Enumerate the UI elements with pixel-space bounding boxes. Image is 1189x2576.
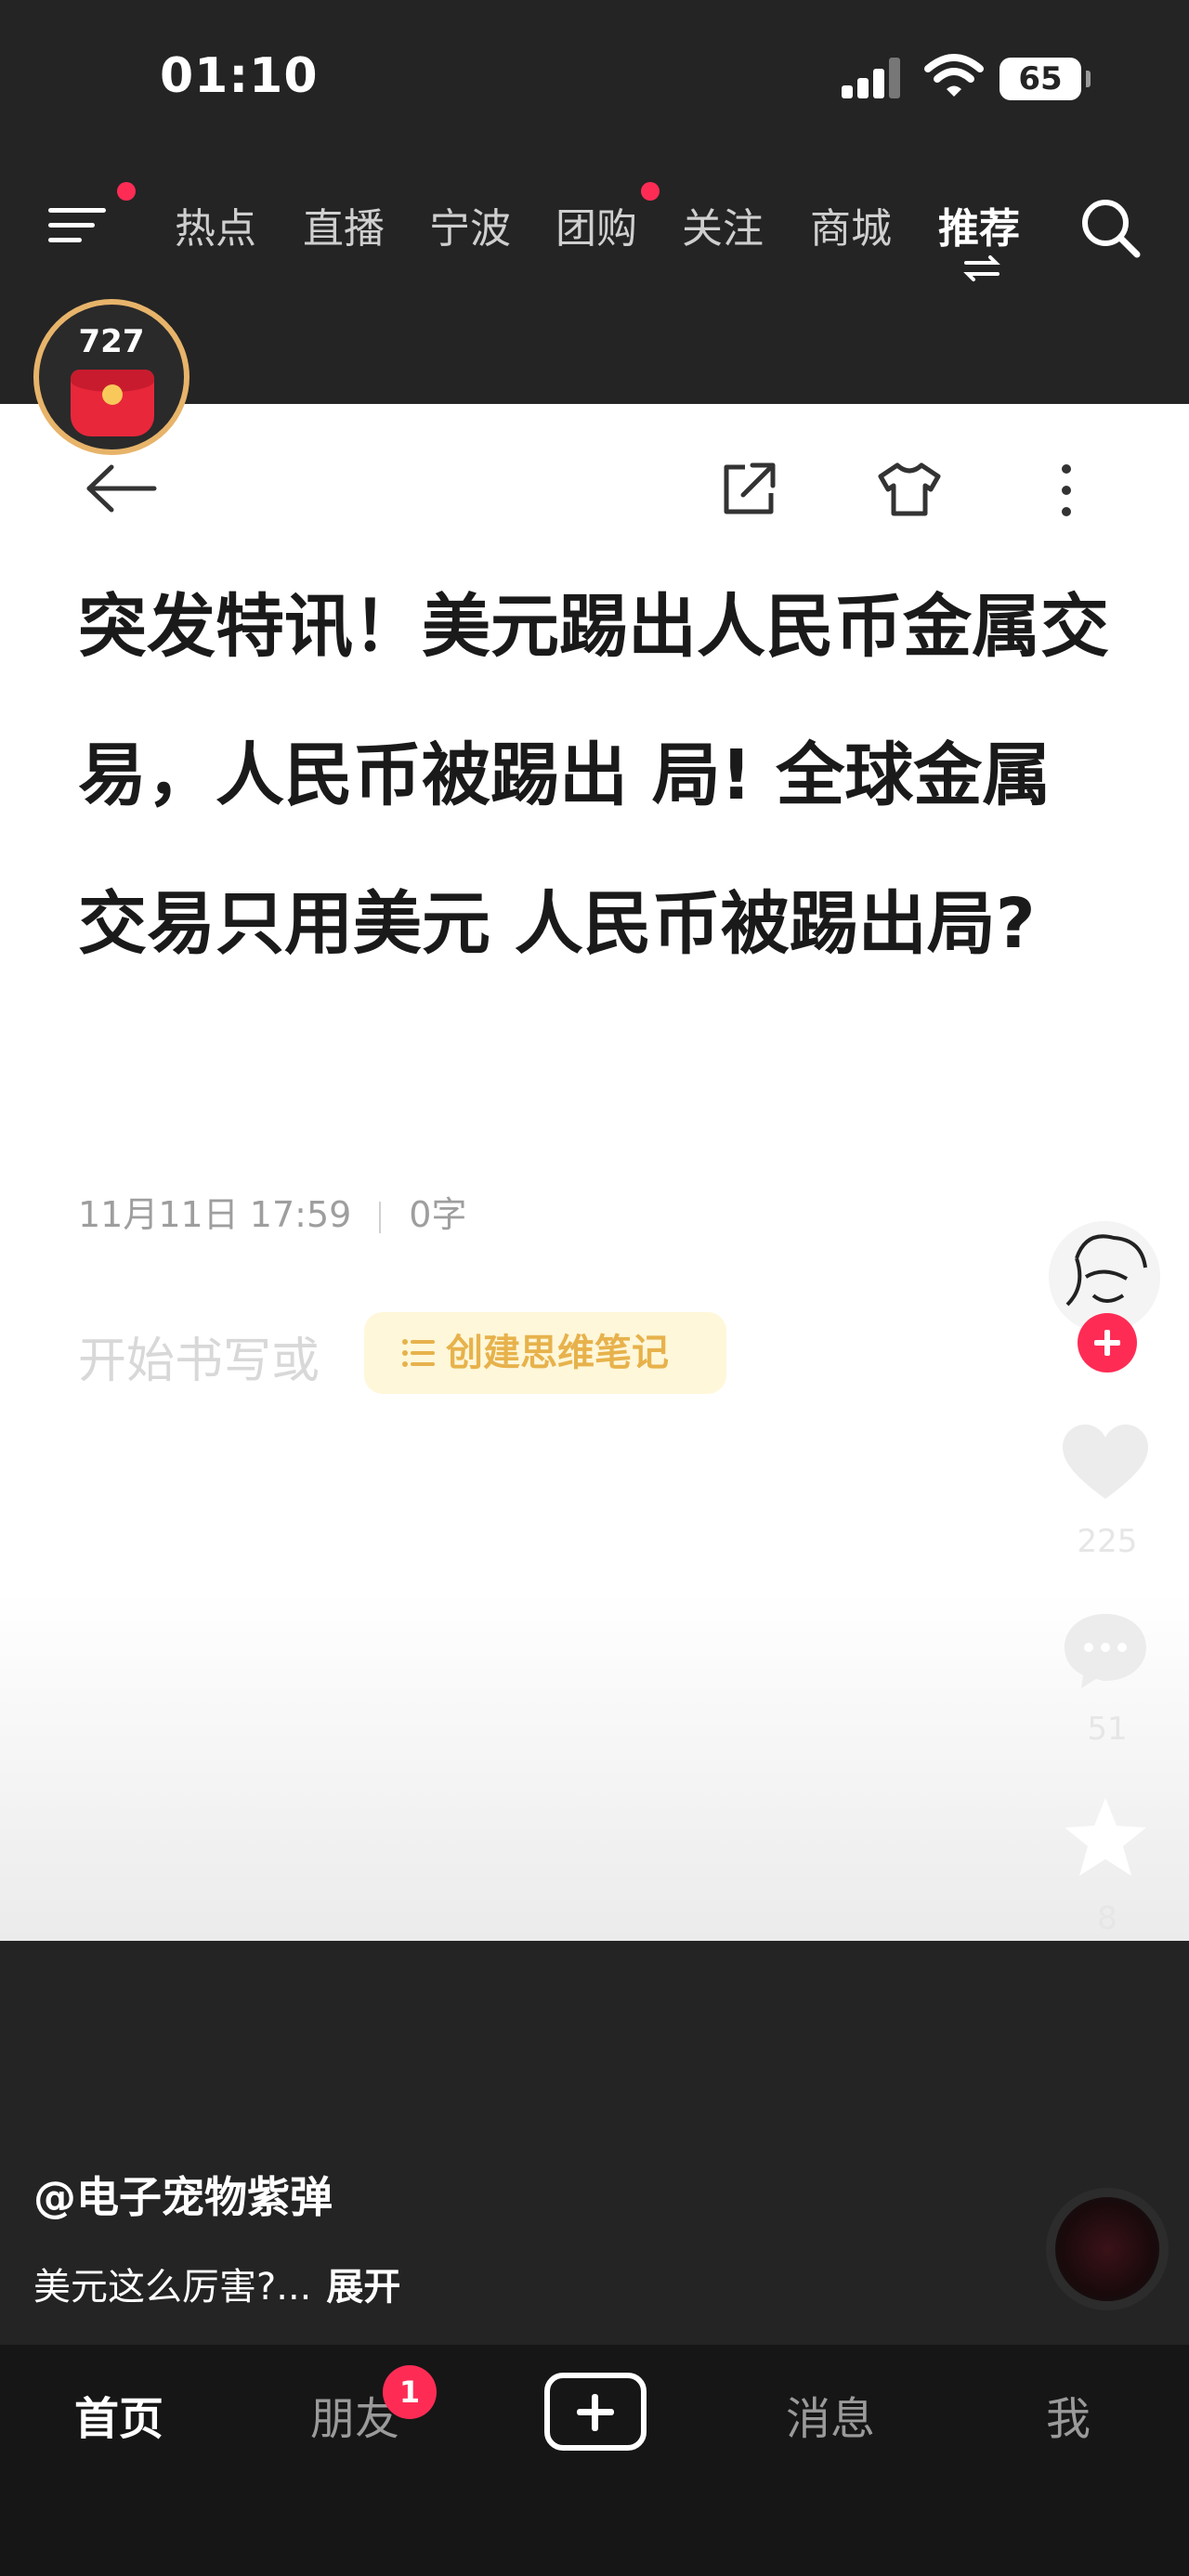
caption-text: 美元这么厉害?... xyxy=(33,2266,312,2309)
favorite-star-icon[interactable] xyxy=(1059,1796,1152,1880)
list-icon xyxy=(402,1339,435,1367)
editor-placeholder[interactable]: 开始书写或 xyxy=(78,1321,320,1391)
red-packet-icon xyxy=(71,370,154,436)
cellular-signal-icon xyxy=(842,58,901,98)
comment-icon[interactable] xyxy=(1059,1608,1152,1692)
tab-me[interactable]: 我 xyxy=(1046,2382,1091,2447)
red-packet-count: 727 xyxy=(78,323,145,360)
like-count: 225 xyxy=(1077,1523,1138,1560)
create-mind-note-button[interactable]: 创建思维笔记 xyxy=(364,1312,726,1394)
wifi-icon xyxy=(924,54,984,97)
tab-mall[interactable]: 商城 xyxy=(810,195,892,254)
article-meta: 11月11日 17:59 0字 xyxy=(78,1186,466,1237)
tab-local[interactable]: 宁波 xyxy=(429,195,511,254)
tab-messages[interactable]: 消息 xyxy=(786,2382,875,2447)
search-icon[interactable] xyxy=(1079,197,1141,258)
meta-divider xyxy=(379,1201,382,1233)
expand-button[interactable]: 展开 xyxy=(326,2266,400,2309)
status-bar: 01:10 65 xyxy=(0,0,1189,158)
article-card: 突发特讯！美元踢出人民币金属交易，人民币被踢出 局! 全球金属交易只用美元 人民… xyxy=(0,404,1189,1941)
bottom-tab-bar: 首页 朋友 1 消息 我 xyxy=(0,2345,1189,2576)
mind-note-label: 创建思维笔记 xyxy=(446,1332,669,1374)
red-packet-widget[interactable]: 727 xyxy=(33,299,189,455)
more-options-icon[interactable] xyxy=(1059,462,1074,519)
friends-badge: 1 xyxy=(383,2365,437,2419)
menu-icon[interactable] xyxy=(48,202,106,249)
shirt-icon[interactable] xyxy=(877,462,942,517)
word-count: 0字 xyxy=(409,1194,467,1235)
menu-notification-dot xyxy=(117,182,136,201)
create-post-button[interactable] xyxy=(544,2373,647,2451)
follow-button[interactable] xyxy=(1078,1313,1137,1373)
tab-recommend[interactable]: 推荐 xyxy=(938,195,1020,254)
share-out-icon[interactable] xyxy=(721,460,777,517)
tab-group-buy[interactable]: 团购 xyxy=(555,195,637,254)
group-buy-notification-dot xyxy=(641,182,660,201)
tab-live[interactable]: 直播 xyxy=(303,195,385,254)
status-time: 01:10 xyxy=(160,48,319,104)
favorite-count: 8 xyxy=(1097,1900,1117,1937)
swap-icon xyxy=(963,255,1000,281)
comment-count: 51 xyxy=(1087,1711,1128,1748)
music-disc[interactable] xyxy=(1046,2188,1169,2310)
article-title: 突发特讯！美元踢出人民币金属交易，人民币被踢出 局! 全球金属交易只用美元 人民… xyxy=(78,587,1109,964)
tab-hot[interactable]: 热点 xyxy=(175,195,256,254)
tab-following[interactable]: 关注 xyxy=(682,195,764,254)
post-caption: 美元这么厉害?... 展开 xyxy=(33,2257,400,2310)
article-date: 11月11日 17:59 xyxy=(78,1194,352,1235)
post-info: @电子宠物紫弹 美元这么厉害?... 展开 xyxy=(0,1941,1189,2345)
battery-indicator: 65 xyxy=(1000,58,1091,100)
like-heart-icon[interactable] xyxy=(1059,1421,1152,1504)
back-arrow-icon[interactable] xyxy=(84,463,158,514)
author-name[interactable]: @电子宠物紫弹 xyxy=(33,2164,333,2225)
tab-home[interactable]: 首页 xyxy=(74,2382,163,2447)
